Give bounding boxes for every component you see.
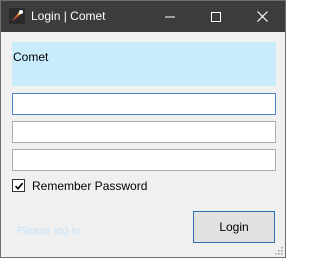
- login-button[interactable]: Login: [193, 211, 275, 243]
- banner-title: Comet: [13, 50, 49, 64]
- checkmark-icon: [14, 182, 23, 190]
- close-icon: [256, 11, 268, 22]
- minimize-button[interactable]: [147, 1, 193, 32]
- minimize-icon: [165, 16, 175, 17]
- title-bar[interactable]: Login | Comet: [1, 1, 285, 32]
- window-title: Login | Comet: [31, 9, 106, 23]
- resize-grip-icon[interactable]: [273, 245, 283, 255]
- login-window: Login | Comet Comet Remember Password Pl…: [0, 0, 286, 258]
- remember-password-row[interactable]: Remember Password: [12, 178, 147, 193]
- status-message: Please log in.: [17, 225, 84, 237]
- maximize-button[interactable]: [193, 1, 239, 32]
- password-field[interactable]: [12, 121, 276, 143]
- server-field[interactable]: [12, 149, 276, 171]
- remember-password-checkbox[interactable]: [12, 179, 25, 192]
- comet-app-icon: [9, 8, 25, 24]
- maximize-icon: [211, 11, 221, 22]
- header-banner: Comet: [12, 42, 276, 86]
- username-field[interactable]: [12, 93, 276, 115]
- remember-password-label: Remember Password: [32, 178, 148, 193]
- close-button[interactable]: [239, 1, 285, 32]
